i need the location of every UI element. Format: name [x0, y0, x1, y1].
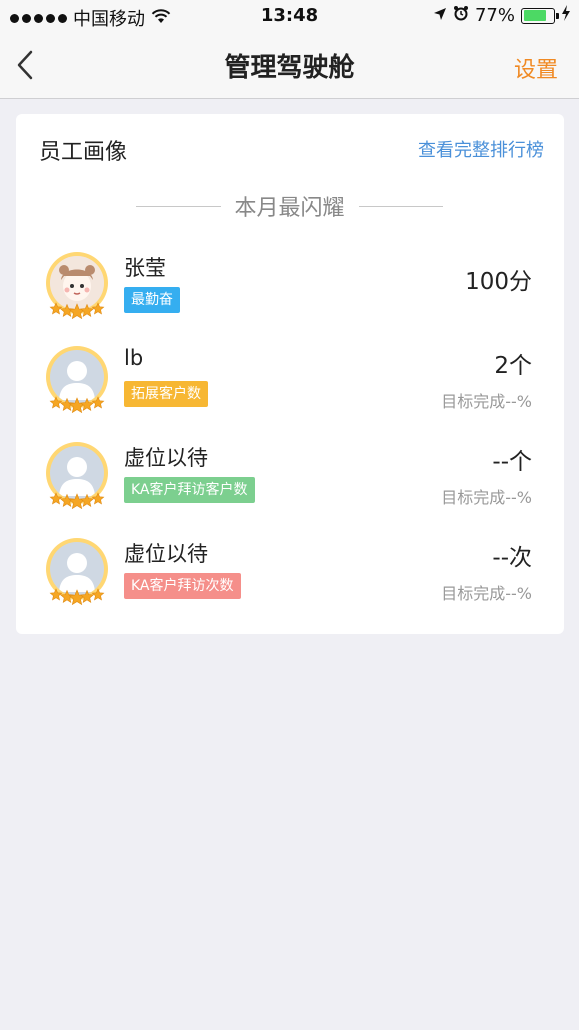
alarm-icon	[453, 5, 469, 26]
location-arrow-icon	[433, 5, 447, 26]
target-completion: 目标完成--%	[441, 488, 532, 507]
score-value: 2个	[494, 353, 532, 379]
section-label: 本月最闪耀	[234, 196, 345, 221]
view-full-ranking-link[interactable]: 查看完整排行榜	[418, 136, 544, 162]
target-completion: 目标完成--%	[441, 392, 532, 411]
section-divider: 本月最闪耀	[136, 192, 444, 221]
ranking-row[interactable]: 张莹最勤奋 100分	[16, 246, 564, 326]
employee-name: lb	[124, 346, 144, 370]
employee-name: 虚位以待	[124, 542, 208, 566]
star-rating-icon	[48, 393, 106, 414]
settings-button[interactable]: 设置	[514, 52, 558, 84]
status-right: 77%	[433, 5, 571, 26]
battery-percent: 77%	[474, 5, 515, 26]
navigation-bar: 管理驾驶舱 设置	[0, 33, 579, 99]
divider-line-left	[136, 205, 221, 207]
card-title: 员工画像	[39, 140, 128, 165]
employee-portrait-card: 员工画像 查看完整排行榜 本月最闪耀 张莹最勤奋 100分 lb 拓展客户数 2个目标完…	[16, 114, 564, 634]
achievement-tag: KA客户拜访次数	[124, 573, 241, 599]
ranking-row[interactable]: lb 拓展客户数 2个目标完成--%	[16, 340, 564, 420]
star-rating-icon	[48, 489, 106, 510]
charging-icon	[561, 5, 571, 26]
divider-line-right	[358, 205, 444, 207]
achievement-tag: 拓展客户数	[124, 381, 208, 407]
ranking-row[interactable]: 虚位以待 KA客户拜访次数 --次目标完成--%	[16, 532, 564, 612]
star-rating-icon	[48, 299, 106, 320]
employee-name: 虚位以待	[124, 446, 208, 470]
score-value: --次	[492, 545, 532, 571]
target-completion: 目标完成--%	[441, 584, 532, 603]
avatar	[44, 344, 110, 414]
star-rating-icon	[48, 585, 106, 606]
page-title: 管理驾驶舱	[224, 53, 355, 83]
avatar	[44, 536, 110, 606]
battery-icon	[521, 7, 559, 24]
score-value: --个	[492, 449, 532, 475]
avatar	[44, 250, 110, 320]
status-bar: 中国移动 13:48 77%	[0, 0, 579, 33]
achievement-tag: 最勤奋	[124, 287, 180, 313]
score-value: 100分	[465, 269, 532, 295]
achievement-tag: KA客户拜访客户数	[124, 477, 255, 503]
avatar	[44, 440, 110, 510]
employee-name: 张莹	[124, 256, 166, 280]
ranking-row[interactable]: 虚位以待 KA客户拜访客户数 --个目标完成--%	[16, 436, 564, 516]
